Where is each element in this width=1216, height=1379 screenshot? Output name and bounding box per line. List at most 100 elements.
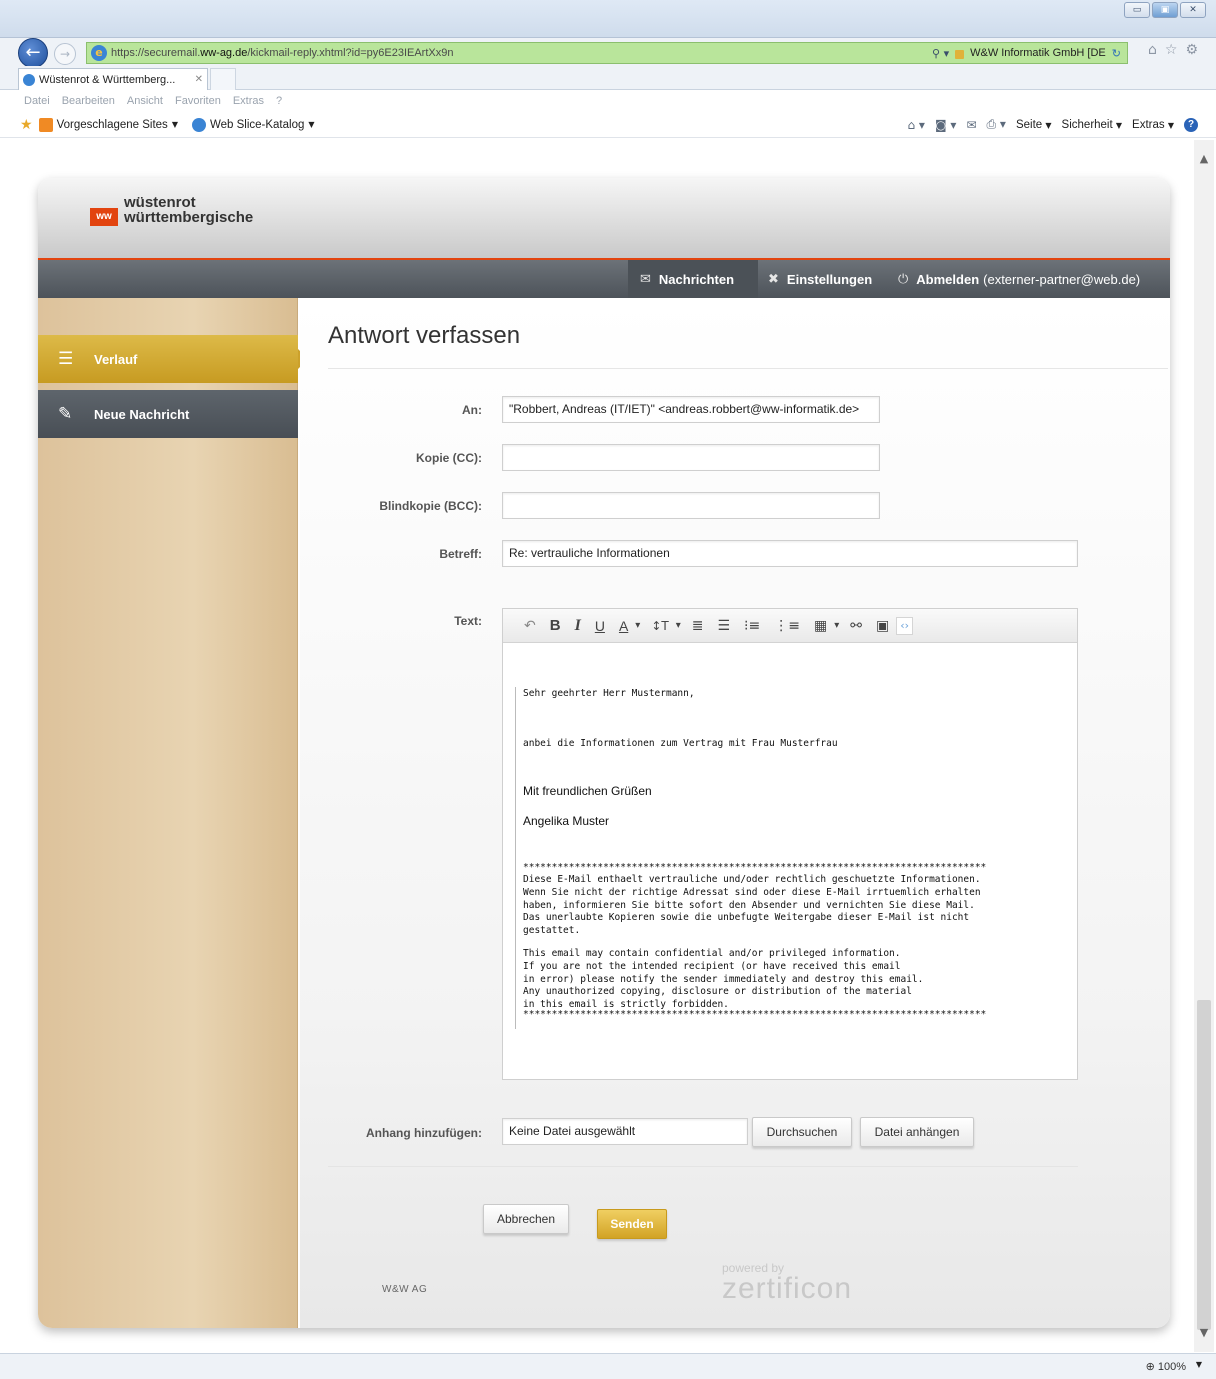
link-icon[interactable]: ⚯ — [843, 614, 869, 638]
nav-messages[interactable]: ✉ Nachrichten — [628, 260, 758, 298]
sidebar: ☰ Verlauf ✎ Neue Nachricht — [38, 298, 308, 1328]
close-icon[interactable]: ✕ — [1180, 2, 1206, 18]
address-url[interactable]: https://securemail.ww-ag.de/kickmail-rep… — [111, 47, 453, 59]
subject-field[interactable]: Re: vertrauliche Informationen — [502, 540, 1078, 567]
maximize-icon[interactable]: ▣ — [1152, 2, 1178, 18]
source-code-icon[interactable]: ‹› — [896, 616, 913, 635]
chevron-down-icon: ▼ — [1167, 120, 1174, 130]
email-greeting: Sehr geehrter Herr Mustermann, — [523, 688, 695, 699]
nav-logout[interactable]: ⏻ Abmelden (externer-partner@web.de) — [886, 260, 1152, 298]
site-identity[interactable]: W&W Informatik GmbH [DE — [970, 47, 1106, 59]
favorites-star-icon[interactable]: ★ — [20, 117, 33, 133]
print-icon[interactable]: ⎙ ▾ — [987, 117, 1006, 132]
feeds-icon[interactable]: ◙ ▾ — [935, 118, 956, 132]
disclaimer-de-line: gestattet. — [523, 925, 581, 937]
favorite-suggested-sites[interactable]: Vorgeschlagene Sites ▼ — [38, 117, 178, 132]
align-center-icon[interactable]: ☰ — [710, 614, 737, 638]
file-name-field[interactable]: Keine Datei ausgewählt — [502, 1118, 748, 1145]
cmd-security-label: Sicherheit — [1061, 118, 1113, 131]
cancel-button[interactable]: Abbrechen — [483, 1204, 569, 1234]
browse-button[interactable]: Durchsuchen — [752, 1117, 852, 1147]
zoom-level[interactable]: ⊕ 100% — [1146, 1360, 1186, 1373]
chevron-down-icon: ▼ — [1115, 120, 1123, 130]
table-icon[interactable]: ▦ — [807, 614, 834, 638]
minimize-icon[interactable]: ▭ — [1124, 2, 1150, 18]
underline-button[interactable]: U — [588, 614, 612, 638]
brand-logo-badge: ww — [90, 208, 118, 226]
to-field[interactable]: "Robbert, Andreas (IT/IET)" <andreas.rob… — [502, 396, 880, 423]
menu-extras[interactable]: Extras — [233, 95, 264, 107]
envelope-icon: ✉ — [640, 271, 651, 287]
home-icon[interactable]: ⌂ ▾ — [908, 118, 925, 132]
compose-icon: ✎ — [58, 404, 73, 424]
favorite-web-slice[interactable]: Web Slice-Katalog ▼ — [191, 117, 315, 132]
zertificon-logo: zertificon — [722, 1272, 853, 1305]
bold-button[interactable]: B — [543, 614, 568, 638]
nav-logout-label: Abmelden — [916, 271, 980, 287]
chevron-down-icon: ▼ — [1045, 120, 1052, 130]
chevron-down-icon[interactable]: ▼ — [1196, 1360, 1202, 1369]
scroll-thumb[interactable] — [1197, 1000, 1211, 1330]
numbered-list-icon[interactable]: ⋮≡ — [767, 614, 807, 638]
disclaimer-de-line: haben, informieren Sie bitte sofort den … — [523, 899, 975, 911]
font-color-button[interactable]: A — [612, 614, 635, 638]
ie-page-icon: e — [91, 45, 107, 61]
menu-ansicht[interactable]: Ansicht — [127, 95, 163, 107]
search-icon[interactable]: ⚲ ▾ — [932, 47, 949, 60]
url-prefix: https://securemail. — [111, 47, 201, 59]
italic-button[interactable]: I — [568, 614, 588, 638]
scroll-up-icon[interactable]: ▲ — [1194, 150, 1214, 168]
forward-arrow-icon[interactable]: → — [54, 43, 76, 65]
home-icon[interactable]: ⌂ — [1148, 42, 1157, 58]
menu-favoriten[interactable]: Favoriten — [175, 95, 221, 107]
sidebar-item-new-message[interactable]: ✎ Neue Nachricht — [38, 390, 298, 438]
back-arrow-icon[interactable]: ← — [18, 38, 48, 68]
divider — [328, 368, 1168, 369]
tab-close-icon[interactable]: ✕ — [195, 74, 203, 85]
undo-icon[interactable]: ↶ — [517, 614, 543, 638]
refresh-icon[interactable]: ↻ — [1112, 47, 1121, 60]
cmd-tools[interactable]: Extras ▼ — [1132, 119, 1174, 131]
nav-settings[interactable]: ✖ Einstellungen — [756, 260, 884, 298]
chevron-down-icon[interactable]: ▾ — [676, 614, 685, 638]
bullet-list-icon[interactable]: ⁝≡ — [737, 614, 767, 638]
bcc-field[interactable] — [502, 492, 880, 519]
mail-icon[interactable]: ✉ — [966, 118, 976, 132]
image-icon[interactable]: ▣ — [869, 614, 896, 638]
menu-bearbeiten[interactable]: Bearbeiten — [62, 95, 115, 107]
favorites-star-icon[interactable]: ☆ — [1165, 42, 1178, 58]
cmd-page[interactable]: Seite ▼ — [1016, 119, 1052, 131]
power-icon: ⏻ — [898, 271, 909, 287]
cmd-page-label: Seite — [1015, 118, 1043, 131]
help-icon[interactable]: ? — [1184, 117, 1198, 132]
font-size-button[interactable]: ↕T — [644, 614, 675, 638]
cc-label: Kopie (CC): — [416, 451, 482, 465]
scroll-down-icon[interactable]: ▼ — [1194, 1324, 1214, 1342]
nav-messages-label: Nachrichten — [658, 271, 735, 287]
tab-title: Wüstenrot & Württemberg... — [39, 73, 176, 86]
attach-file-button[interactable]: Datei anhängen — [860, 1117, 974, 1147]
menu-datei[interactable]: Datei — [24, 95, 50, 107]
new-tab-button[interactable] — [210, 68, 236, 90]
zoom-value: 100% — [1157, 1361, 1186, 1373]
menu-help[interactable]: ? — [276, 95, 282, 107]
send-button[interactable]: Senden — [597, 1209, 667, 1239]
chevron-down-icon[interactable]: ▾ — [834, 614, 843, 638]
disclaimer-stars-bottom: ****************************************… — [523, 1009, 987, 1020]
wrench-icon: ✖ — [768, 271, 779, 287]
address-bar[interactable]: e https://securemail.ww-ag.de/kickmail-r… — [86, 42, 1128, 64]
browser-tab[interactable]: Wüstenrot & Württemberg... ✕ — [18, 68, 208, 90]
editor-body[interactable]: Sehr geehrter Herr Mustermann, anbei die… — [503, 643, 1077, 1079]
cc-field[interactable] — [502, 444, 880, 471]
browser-nav-row: ← → e https://securemail.ww-ag.de/kickma… — [0, 38, 1216, 68]
gear-icon[interactable]: ⚙ — [1185, 42, 1198, 58]
rich-text-editor[interactable]: ↶ B I U A ▾ ↕T ▾ ≣ ☰ ⁝≡ ⋮≡ ▦ ▾ ⚯ ▣ ‹› Se… — [502, 608, 1078, 1080]
suggested-sites-icon — [38, 117, 53, 132]
sidebar-item-verlauf[interactable]: ☰ Verlauf — [38, 335, 308, 383]
page-scrollbar[interactable]: ▲ ▼ — [1194, 140, 1214, 1352]
chevron-down-icon[interactable]: ▾ — [635, 614, 644, 638]
align-left-icon[interactable]: ≣ — [685, 614, 711, 638]
menu-bar: Datei Bearbeiten Ansicht Favoriten Extra… — [0, 91, 1216, 111]
lock-icon[interactable] — [955, 49, 965, 59]
cmd-security[interactable]: Sicherheit ▼ — [1062, 119, 1123, 131]
